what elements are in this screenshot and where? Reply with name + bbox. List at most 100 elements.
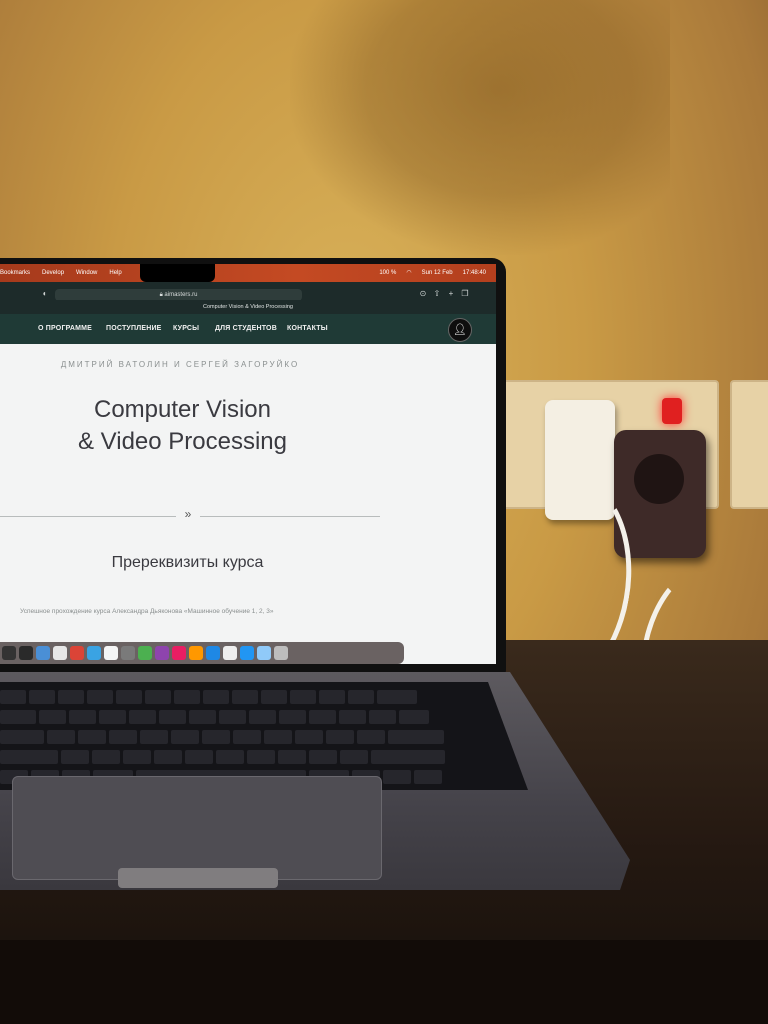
key[interactable] [109, 730, 137, 744]
key[interactable] [339, 710, 366, 724]
key[interactable] [61, 750, 89, 764]
person-shadow [290, 0, 670, 255]
key[interactable] [203, 690, 229, 704]
key[interactable] [371, 750, 445, 764]
key[interactable] [47, 730, 75, 744]
wifi-icon[interactable]: ◠ [406, 264, 411, 282]
key[interactable] [264, 730, 292, 744]
download-icon[interactable]: ⊙ [418, 289, 428, 299]
key[interactable] [29, 690, 55, 704]
course-title-line-1: Computer Vision [94, 396, 271, 423]
key[interactable] [383, 770, 411, 784]
nav-about[interactable]: О ПРОГРАММЕ [38, 314, 92, 344]
course-title-line-2: & Video Processing [77, 428, 287, 455]
key[interactable] [247, 750, 275, 764]
key[interactable] [174, 690, 200, 704]
menubar-date[interactable]: Sun 12 Feb [422, 264, 453, 282]
app-store-icon[interactable] [36, 646, 50, 660]
laptop-front-notch [118, 868, 278, 888]
key[interactable] [319, 690, 345, 704]
vscode-icon[interactable] [240, 646, 254, 660]
finder-icon[interactable] [2, 646, 16, 660]
calendar-icon[interactable] [223, 646, 237, 660]
key[interactable] [69, 710, 96, 724]
key[interactable] [216, 750, 244, 764]
key[interactable] [414, 770, 442, 784]
trackpad[interactable] [12, 776, 382, 880]
key[interactable] [377, 690, 417, 704]
nav-admission[interactable]: ПОСТУПЛЕНИЕ [106, 314, 162, 344]
key[interactable] [219, 710, 246, 724]
key[interactable] [399, 710, 429, 724]
nav-students[interactable]: ДЛЯ СТУДЕНТОВ [215, 314, 277, 344]
menubar-time[interactable]: 17:48:40 [463, 264, 486, 282]
key[interactable] [171, 730, 199, 744]
telegram-icon[interactable] [87, 646, 101, 660]
key[interactable] [309, 750, 337, 764]
menu-bookmarks[interactable]: Bookmarks [0, 264, 30, 282]
key[interactable] [58, 690, 84, 704]
macos-dock [0, 642, 404, 664]
key[interactable] [0, 690, 26, 704]
new-tab-icon[interactable]: + [446, 289, 456, 299]
menu-help[interactable]: Help [109, 264, 121, 282]
key[interactable] [326, 730, 354, 744]
key[interactable] [357, 730, 385, 744]
key[interactable] [140, 730, 168, 744]
key[interactable] [78, 730, 106, 744]
desk-edge [0, 940, 768, 1024]
menu-develop[interactable]: Develop [42, 264, 64, 282]
messages-icon[interactable] [138, 646, 152, 660]
key[interactable] [145, 690, 171, 704]
key[interactable] [202, 730, 230, 744]
key[interactable] [123, 750, 151, 764]
key[interactable] [233, 730, 261, 744]
user-account-icon[interactable]: 👤︎ [448, 318, 472, 342]
key[interactable] [348, 690, 374, 704]
key[interactable] [369, 710, 396, 724]
key[interactable] [232, 690, 258, 704]
key[interactable] [290, 690, 316, 704]
music-icon[interactable] [172, 646, 186, 660]
key[interactable] [185, 750, 213, 764]
key[interactable] [295, 730, 323, 744]
zoom-icon[interactable] [206, 646, 220, 660]
key[interactable] [278, 750, 306, 764]
key[interactable] [0, 710, 36, 724]
downloads-folder-icon[interactable] [257, 646, 271, 660]
key[interactable] [279, 710, 306, 724]
trash-icon[interactable] [274, 646, 288, 660]
teams-icon[interactable] [155, 646, 169, 660]
tab-overview-icon[interactable]: ❐ [460, 289, 470, 299]
key[interactable] [340, 750, 368, 764]
key[interactable] [99, 710, 126, 724]
battery-percent[interactable]: 100 % [379, 264, 396, 282]
share-icon[interactable]: ⇧ [432, 289, 442, 299]
tab-strip[interactable]: Computer Vision & Video Processing [0, 300, 496, 314]
vlc-icon[interactable] [189, 646, 203, 660]
terminal-icon[interactable] [19, 646, 33, 660]
menu-window[interactable]: Window [76, 264, 97, 282]
key[interactable] [92, 750, 120, 764]
key[interactable] [261, 690, 287, 704]
nav-courses[interactable]: КУРСЫ [173, 314, 199, 344]
photos-icon[interactable] [104, 646, 118, 660]
key[interactable] [154, 750, 182, 764]
key[interactable] [39, 710, 66, 724]
key[interactable] [249, 710, 276, 724]
key[interactable] [159, 710, 186, 724]
settings-icon[interactable] [121, 646, 135, 660]
tab-title[interactable]: Computer Vision & Video Processing [203, 304, 293, 310]
key[interactable] [0, 750, 58, 764]
key[interactable] [129, 710, 156, 724]
key[interactable] [189, 710, 216, 724]
chrome-icon[interactable] [70, 646, 84, 660]
key[interactable] [388, 730, 444, 744]
key[interactable] [309, 710, 336, 724]
key[interactable] [0, 730, 44, 744]
key[interactable] [116, 690, 142, 704]
nav-contacts[interactable]: КОНТАКТЫ [287, 314, 328, 344]
privacy-icon[interactable]: ◐ [40, 289, 50, 299]
safari-icon[interactable] [53, 646, 67, 660]
key[interactable] [87, 690, 113, 704]
